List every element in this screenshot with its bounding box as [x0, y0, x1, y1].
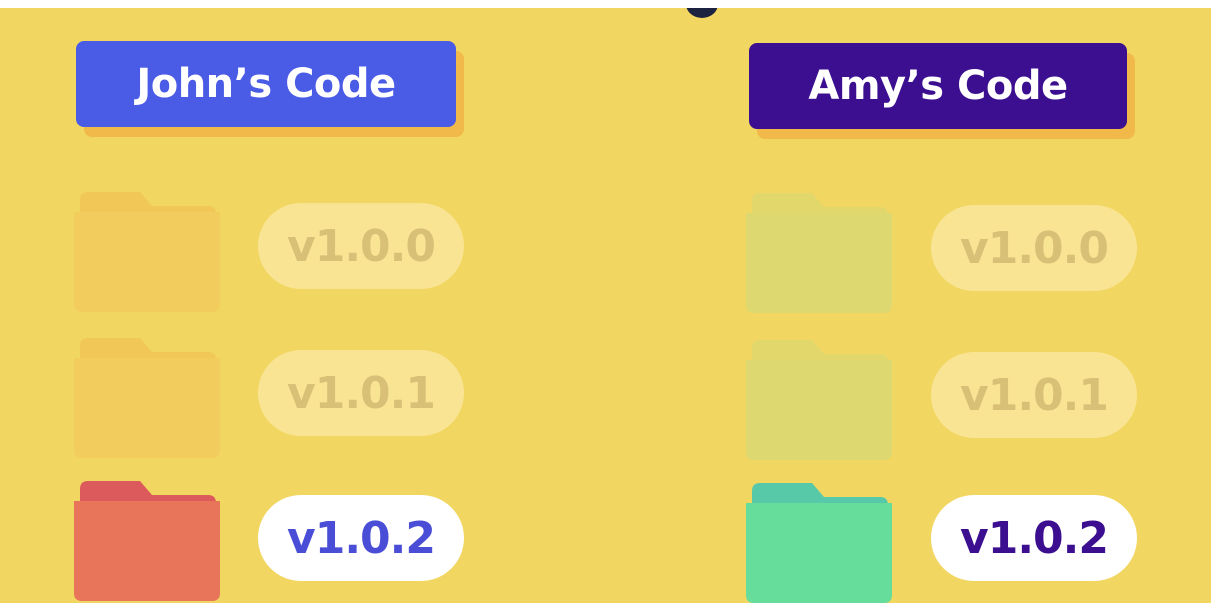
john-version-pill-v101: v1.0.1: [258, 350, 464, 436]
amy-folder-icon-v100: [746, 193, 892, 313]
amy-folder-icon-v101: [746, 340, 892, 460]
amy-title: Amy’s Code: [749, 43, 1127, 129]
amy-version-pill-v101: v1.0.1: [931, 352, 1137, 438]
amy-version-pill-v102: v1.0.2: [931, 495, 1137, 581]
amy-title-card: Amy’s Code: [749, 43, 1135, 139]
john-title-card: John’s Code: [76, 41, 464, 137]
illustration-canvas: John’s Code v1.0.0 v1.0.1 v1.0.2 Amy’s C…: [0, 8, 1211, 603]
john-version-pill-v100: v1.0.0: [258, 203, 464, 289]
decorative-dot: [686, 8, 718, 18]
john-version-pill-v102: v1.0.2: [258, 495, 464, 581]
john-folder-icon-v102: [74, 481, 220, 601]
amy-version-pill-v100: v1.0.0: [931, 205, 1137, 291]
amy-folder-icon-v102: [746, 483, 892, 603]
john-folder-icon-v100: [74, 192, 220, 312]
john-title: John’s Code: [76, 41, 456, 127]
john-folder-icon-v101: [74, 338, 220, 458]
